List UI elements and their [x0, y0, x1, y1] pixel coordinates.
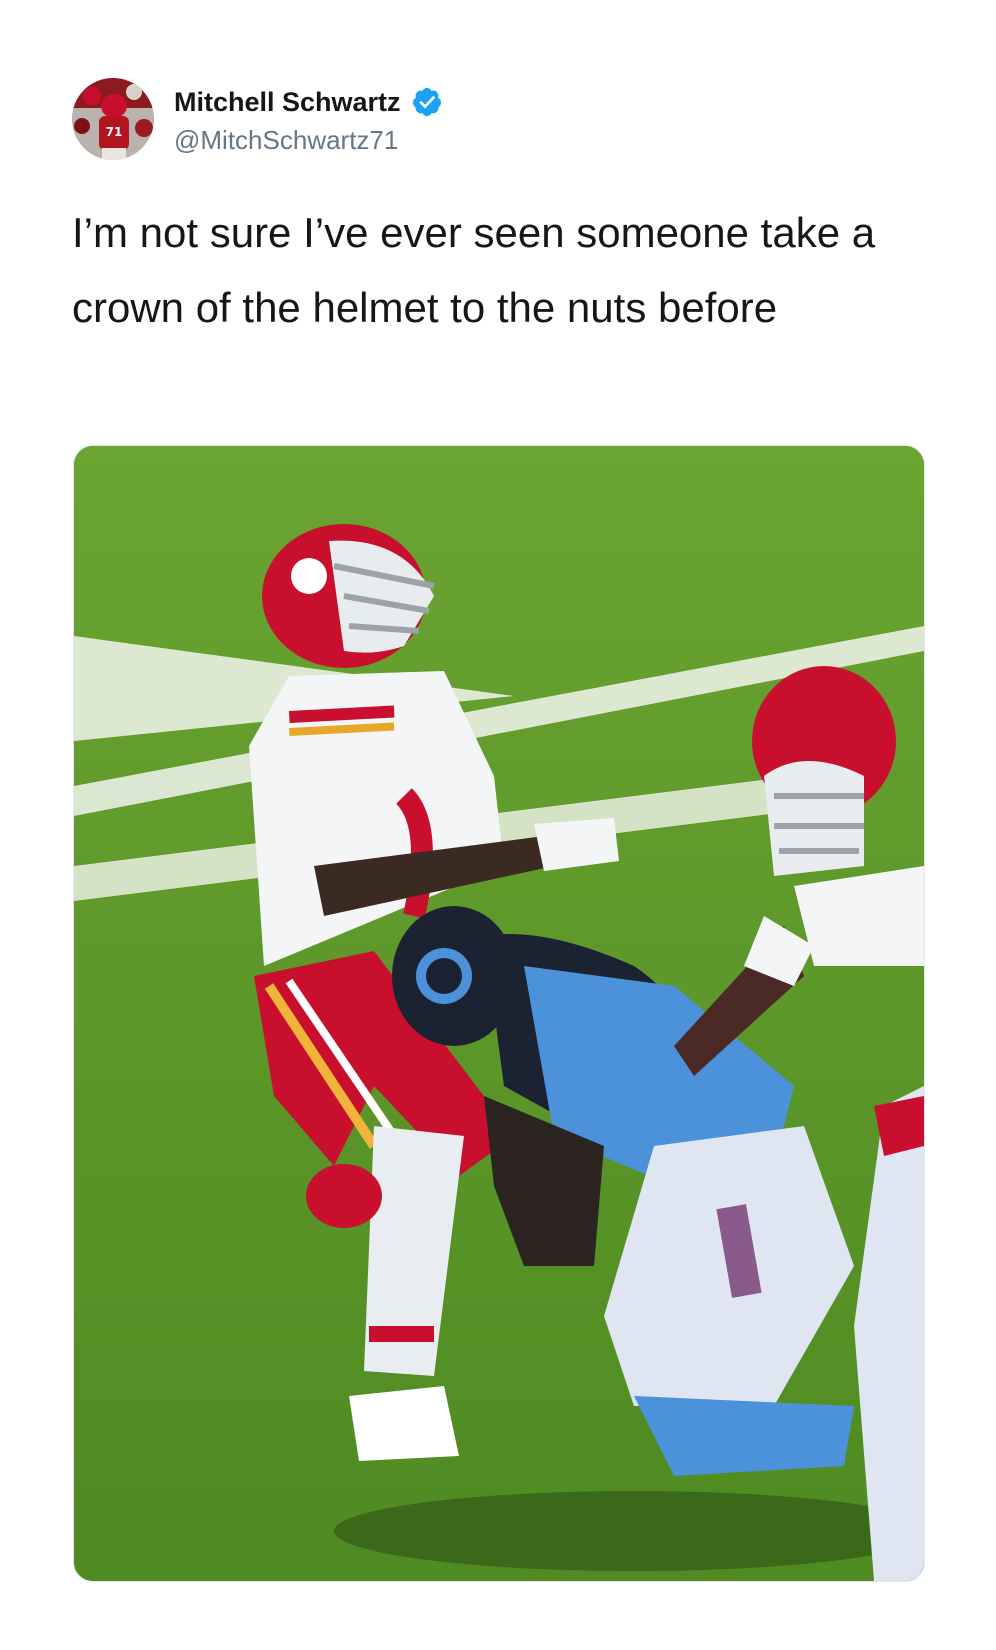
profile-photo-icon: 71: [72, 78, 154, 160]
name-row: Mitchell Schwartz: [174, 82, 443, 122]
football-tackle-photo-icon: [74, 446, 924, 1581]
tweet-text: I’m not sure I’ve ever seen someone take…: [72, 209, 876, 331]
author-handle[interactable]: @MitchSchwartz71: [174, 124, 443, 156]
tweet-media-photo[interactable]: [73, 445, 925, 1582]
author-names: Mitchell Schwartz @MitchSchwartz71: [174, 82, 443, 156]
tweet-header: 71 Mitchell Schwartz @MitchSchwartz71: [72, 78, 443, 160]
svg-text:71: 71: [106, 125, 123, 139]
tweet-card: 71 Mitchell Schwartz @MitchSchwartz71 I’…: [0, 0, 996, 1650]
author-display-name[interactable]: Mitchell Schwartz: [174, 86, 401, 118]
verified-badge-icon: [412, 88, 441, 116]
avatar[interactable]: 71: [72, 78, 154, 160]
